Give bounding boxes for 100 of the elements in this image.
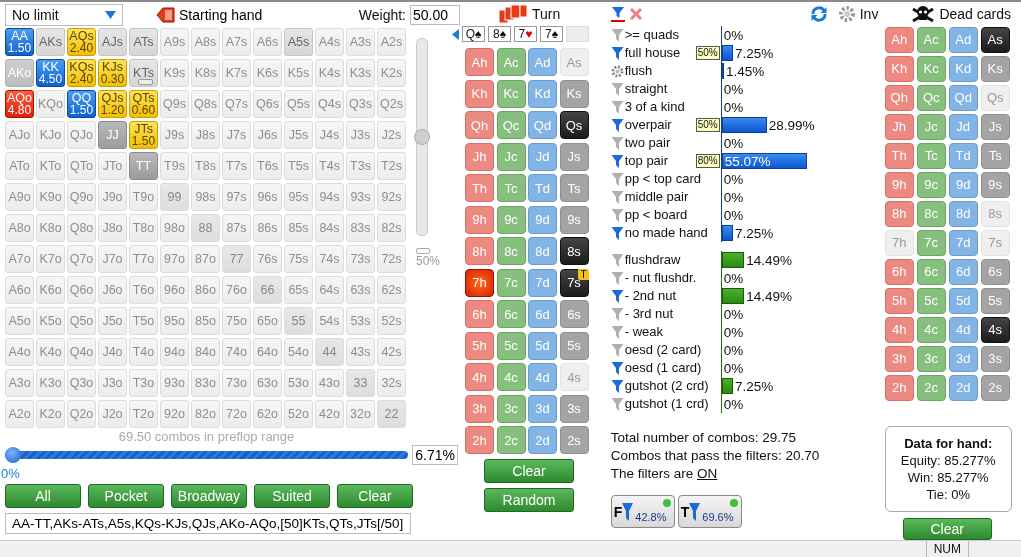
hand-cell[interactable]: T5o [129, 307, 158, 335]
hand-cell[interactable]: AQs 2.40 [67, 28, 96, 56]
empty-card-slot[interactable] [566, 26, 589, 42]
hand-cell[interactable]: J5o [98, 307, 127, 335]
hand-cell[interactable]: 86s [253, 214, 282, 242]
card-button[interactable]: 9h [465, 205, 494, 234]
hand-cell[interactable]: Q6o [67, 276, 96, 304]
hand-cell[interactable]: 64o [253, 338, 282, 366]
card-button[interactable]: Qc [916, 84, 946, 111]
card-button[interactable]: 6s [980, 258, 1010, 285]
card-button[interactable]: 8d [528, 237, 557, 265]
hand-cell[interactable]: A2s [377, 28, 406, 56]
hand-cell[interactable]: K6s [253, 59, 282, 87]
hand-cell[interactable]: 94o [160, 338, 189, 366]
card-button[interactable]: 7c [916, 229, 946, 256]
hand-cell[interactable]: T8o [129, 214, 158, 242]
hand-cell[interactable]: J7s [222, 121, 251, 149]
hand-cell[interactable]: T9o [129, 183, 158, 211]
hand-cell[interactable]: 88 [191, 214, 220, 242]
card-button[interactable]: Ah [884, 26, 914, 53]
card-button[interactable]: As [980, 26, 1010, 53]
hand-cell[interactable]: J4s [315, 121, 344, 149]
hand-cell[interactable]: 62o [253, 400, 282, 428]
hand-cell[interactable]: K3s [346, 59, 375, 87]
hand-cell[interactable]: 42o [315, 400, 344, 428]
hand-cell[interactable]: 75s [284, 245, 313, 273]
card-button[interactable]: Td [948, 142, 978, 169]
clear-button[interactable]: Clear [902, 517, 992, 540]
filter-icon[interactable] [610, 6, 625, 22]
card-button[interactable]: 6c [916, 258, 946, 285]
hand-cell[interactable]: 83o [191, 369, 220, 397]
card-button[interactable]: Ac [496, 48, 526, 76]
filter-icon[interactable] [610, 189, 624, 205]
hand-cell[interactable]: Q7s [222, 90, 251, 118]
filter-icon[interactable] [610, 117, 624, 133]
hand-cell[interactable]: 65s [284, 276, 313, 304]
card-button[interactable]: 8c [916, 200, 946, 227]
hand-cell[interactable]: T4s [315, 152, 344, 180]
hand-cell[interactable]: A8s [191, 28, 220, 56]
filter-icon[interactable] [610, 378, 624, 394]
hand-cell[interactable]: J3o [98, 369, 127, 397]
hand-cell[interactable]: AJo [5, 121, 34, 149]
card-button[interactable]: As [559, 48, 589, 76]
hand-cell[interactable]: A7s [222, 28, 251, 56]
hand-cell[interactable]: 96s [253, 183, 282, 211]
hand-cell[interactable]: Q3s [346, 90, 375, 118]
card-button[interactable]: 8s [980, 200, 1010, 227]
hand-cell[interactable]: Q3o [67, 369, 96, 397]
card-button[interactable]: Td [528, 174, 557, 202]
hand-cell[interactable]: K2o [36, 400, 65, 428]
hand-cell[interactable]: 76o [222, 276, 251, 304]
hand-cell[interactable]: Q9s [160, 90, 189, 118]
filter-icon[interactable] [610, 252, 624, 268]
card-button[interactable]: 6s [559, 300, 589, 328]
hand-cell[interactable]: 75o [222, 307, 251, 335]
hand-cell[interactable]: K9o [36, 183, 65, 211]
card-button[interactable]: Qh [884, 84, 914, 111]
hand-cell[interactable]: 64s [315, 276, 344, 304]
hand-cell[interactable]: 86o [191, 276, 220, 304]
card-button[interactable]: 7s [980, 229, 1010, 256]
card-button[interactable]: Kd [948, 55, 978, 82]
card-button[interactable]: 7h [465, 268, 494, 297]
card-button[interactable]: 2c [916, 374, 946, 401]
card-button[interactable]: 7d [528, 268, 557, 297]
hand-cell[interactable]: 87s [222, 214, 251, 242]
weight-field[interactable]: 50.00 [410, 5, 460, 25]
hand-cell[interactable]: AKs [36, 28, 65, 56]
filter-icon[interactable] [610, 324, 624, 340]
card-button[interactable]: 8c [496, 237, 526, 265]
hand-cell[interactable]: AKo [5, 59, 34, 87]
random-button[interactable]: Random [484, 488, 574, 512]
hand-cell[interactable]: 52o [284, 400, 313, 428]
card-button[interactable]: 7h [884, 229, 914, 256]
card-button[interactable]: 3h [465, 394, 494, 423]
card-button[interactable]: 2d [948, 374, 978, 401]
card-button[interactable]: 6h [884, 258, 914, 285]
hand-cell[interactable]: Q5s [284, 90, 313, 118]
card-button[interactable]: 7c [496, 268, 526, 297]
card-button[interactable]: 9c [916, 171, 946, 198]
card-button[interactable]: 9d [948, 171, 978, 198]
hand-cell[interactable]: 43s [346, 338, 375, 366]
hand-cell[interactable]: 54s [315, 307, 344, 335]
card-button[interactable]: 4d [528, 363, 557, 391]
hand-cell[interactable]: 97o [160, 245, 189, 273]
hand-cell[interactable]: 43o [315, 369, 344, 397]
percent-field[interactable]: 6.71% [412, 445, 458, 465]
card-button[interactable]: Ks [980, 55, 1010, 82]
hand-cell[interactable]: J6s [253, 121, 282, 149]
filter-icon[interactable] [610, 135, 624, 151]
hand-cell[interactable]: K5o [36, 307, 65, 335]
hand-cell[interactable]: 74s [315, 245, 344, 273]
card-button[interactable]: Kc [916, 55, 946, 82]
settings-icon[interactable] [610, 64, 624, 78]
board-card[interactable]: 7♥ [514, 26, 537, 42]
card-button[interactable]: 3d [948, 345, 978, 372]
hand-cell[interactable]: QJs 1.20 [98, 90, 127, 118]
slider-thumb[interactable] [5, 447, 21, 463]
settings-icon[interactable] [837, 4, 856, 23]
card-button[interactable]: 8h [884, 200, 914, 227]
hand-cell[interactable]: 33 [346, 369, 375, 397]
